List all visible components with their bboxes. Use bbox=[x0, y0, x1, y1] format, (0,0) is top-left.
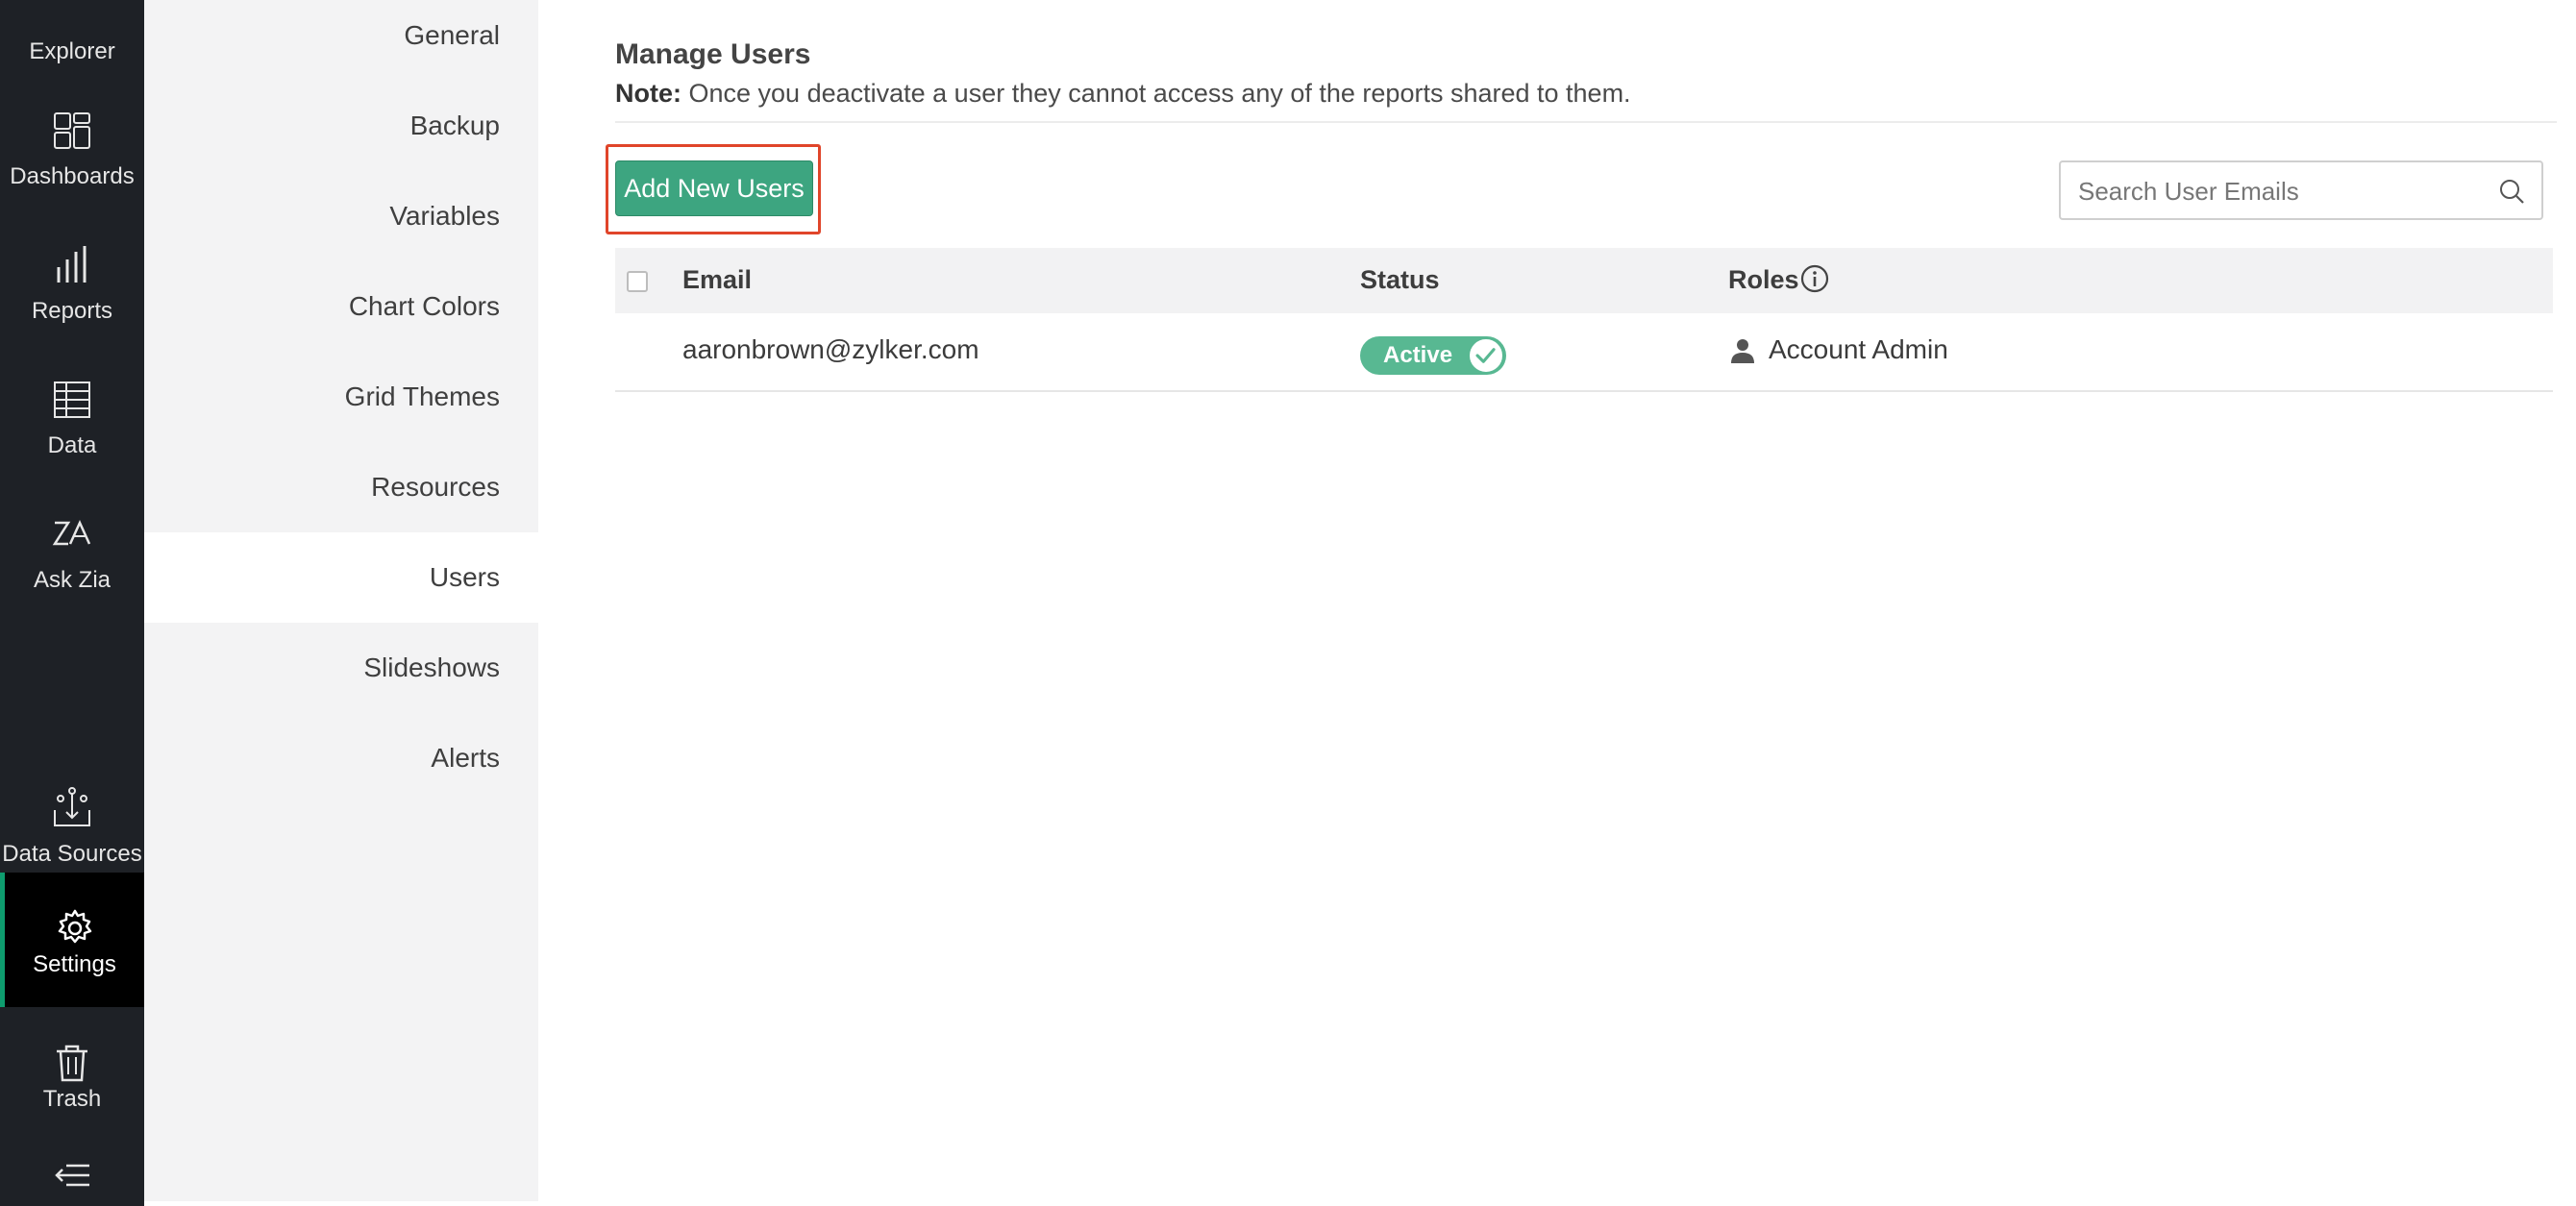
zia-icon bbox=[52, 519, 91, 546]
rail-label-data: Data bbox=[47, 432, 97, 458]
page-title: Manage Users bbox=[615, 38, 811, 70]
check-icon bbox=[1468, 337, 1504, 374]
app-sidebar: Explorer Dashboards Reports Data Ask Zia… bbox=[0, 0, 144, 1206]
column-header-roles: Roles bbox=[1728, 265, 1799, 294]
note-text: Once you deactivate a user they cannot a… bbox=[681, 79, 1631, 108]
table-icon bbox=[54, 381, 90, 418]
divider bbox=[615, 121, 2557, 123]
reports-icon bbox=[57, 246, 87, 283]
settings-nav-item-backup[interactable]: Backup bbox=[144, 81, 538, 171]
user-role: Account Admin bbox=[1769, 334, 1948, 364]
rail-item-explorer[interactable]: Explorer bbox=[0, 0, 144, 77]
trash-icon bbox=[57, 1045, 87, 1082]
add-new-users-button[interactable]: Add New Users bbox=[615, 160, 813, 216]
rail-item-reports[interactable]: Reports bbox=[0, 202, 144, 336]
gear-icon bbox=[58, 909, 91, 944]
column-header-email: Email bbox=[682, 265, 753, 294]
users-table-header: Email Status Roles bbox=[615, 248, 2553, 313]
settings-nav-item-grid-themes[interactable]: Grid Themes bbox=[144, 352, 538, 442]
settings-nav-item-chart-colors[interactable]: Chart Colors bbox=[144, 261, 538, 352]
rail-item-data-sources[interactable]: Data Sources bbox=[0, 745, 144, 879]
settings-nav-item-resources[interactable]: Resources bbox=[144, 442, 538, 532]
search-icon[interactable] bbox=[2497, 177, 2526, 206]
data-sources-icon bbox=[54, 787, 90, 826]
rail-item-trash[interactable]: Trash bbox=[0, 1007, 144, 1142]
settings-nav-item-variables[interactable]: Variables bbox=[144, 171, 538, 261]
status-badge[interactable]: Active bbox=[1360, 336, 1506, 375]
rail-item-data[interactable]: Data bbox=[0, 336, 144, 471]
dashboards-icon bbox=[54, 112, 90, 149]
settings-nav-item-general[interactable]: General bbox=[144, 0, 538, 81]
user-email: aaronbrown@zylker.com bbox=[682, 334, 979, 364]
rail-item-ask-zia[interactable]: Ask Zia bbox=[0, 471, 144, 605]
search-user-emails-input[interactable] bbox=[2078, 172, 2482, 210]
settings-nav-item-users[interactable]: Users bbox=[144, 532, 538, 623]
note-label: Note: bbox=[615, 79, 681, 108]
rail-label-data-sources: Data Sources bbox=[2, 841, 142, 867]
rail-label-ask-zia: Ask Zia bbox=[33, 567, 111, 593]
rail-item-settings[interactable]: Settings bbox=[0, 873, 144, 1007]
status-label: Active bbox=[1383, 342, 1453, 368]
rail-item-dashboards[interactable]: Dashboards bbox=[0, 67, 144, 202]
rail-label-settings: Settings bbox=[33, 951, 116, 977]
rail-label-dashboards: Dashboards bbox=[10, 163, 135, 189]
column-header-status: Status bbox=[1360, 265, 1440, 294]
rail-label-trash: Trash bbox=[42, 1086, 102, 1112]
table-row[interactable]: aaronbrown@zylker.com Active Account Adm… bbox=[615, 313, 2553, 392]
select-all-checkbox[interactable] bbox=[627, 271, 648, 292]
roles-info-icon[interactable] bbox=[1799, 263, 1830, 294]
settings-nav-item-alerts[interactable]: Alerts bbox=[144, 713, 538, 803]
rail-label-reports: Reports bbox=[31, 298, 113, 324]
settings-nav-item-slideshows[interactable]: Slideshows bbox=[144, 623, 538, 713]
deactivate-note: Note: Once you deactivate a user they ca… bbox=[615, 79, 1631, 109]
search-box bbox=[2059, 160, 2543, 220]
user-icon bbox=[1731, 339, 1754, 363]
settings-nav: General Backup Variables Chart Colors Gr… bbox=[144, 0, 538, 1201]
rail-label-explorer: Explorer bbox=[29, 38, 115, 64]
manage-users-panel: Manage Users Note: Once you deactivate a… bbox=[538, 0, 2576, 1201]
collapse-sidebar-icon[interactable] bbox=[53, 1158, 91, 1193]
